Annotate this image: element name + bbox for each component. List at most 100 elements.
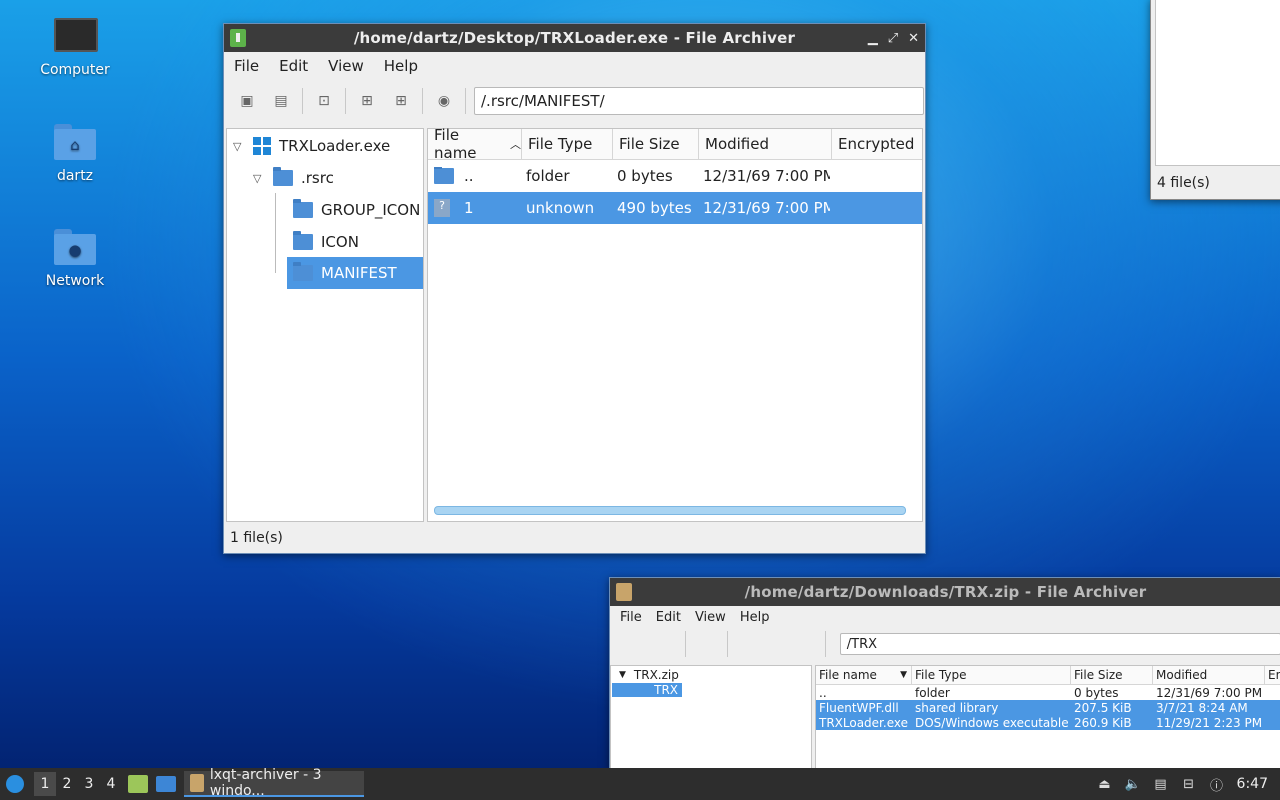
- archive-icon: [190, 774, 204, 792]
- tree-item-label: .rsrc: [301, 169, 334, 187]
- sort-descending-icon: ▼: [900, 670, 907, 680]
- stop-icon[interactable]: ◉: [432, 89, 456, 113]
- status-text: 4 file(s): [1157, 175, 1210, 191]
- table-row-selected[interactable]: ? 1 unknown 490 bytes 12/31/69 7:00 PM: [428, 192, 922, 224]
- task-button-archiver[interactable]: lxqt-archiver - 3 windo...: [184, 767, 364, 799]
- folder-tree[interactable]: ▽ TRXLoader.exe ▽ .rsrc GROUP_ICON ICON …: [226, 128, 424, 522]
- column-header-type[interactable]: File Type: [522, 129, 613, 159]
- workspace-2[interactable]: 2: [56, 772, 78, 796]
- table-row-selected[interactable]: TRXLoader.exe DOS/Windows executable 260…: [816, 715, 1280, 730]
- chevron-down-icon[interactable]: ▽: [233, 140, 247, 153]
- maximize-icon[interactable]: ⤢: [888, 31, 898, 46]
- tree-item-group-icon[interactable]: GROUP_ICON: [293, 195, 420, 225]
- tree-item-root[interactable]: ▽ TRXLoader.exe: [233, 131, 390, 161]
- taskbar: 1 2 3 4 lxqt-archiver - 3 windo... ⏏ 🔈 ▤…: [0, 767, 1280, 800]
- network-icon[interactable]: ⊟: [1181, 776, 1197, 792]
- folder-icon: [434, 167, 454, 184]
- file-manager-launcher-icon[interactable]: [128, 775, 148, 793]
- new-archive-icon[interactable]: ▣: [235, 89, 259, 113]
- sort-ascending-icon: ︿: [510, 138, 521, 151]
- window-title: /home/dartz/Downloads/TRX.zip - File Arc…: [744, 583, 1147, 601]
- file-list-header: File name ▼ File Type File Size Modified …: [816, 666, 1280, 685]
- column-header-encrypted[interactable]: Encrypted: [832, 129, 922, 159]
- menu-view[interactable]: View: [322, 57, 378, 75]
- open-archive-icon[interactable]: ▤: [269, 89, 293, 113]
- tree-item-label: TRXLoader.exe: [279, 137, 391, 155]
- desktop-icon-network[interactable]: ● Network: [25, 229, 125, 289]
- add-files-icon[interactable]: ⊞: [355, 89, 379, 113]
- start-menu-icon[interactable]: [0, 775, 30, 793]
- status-bar: 1 file(s): [224, 523, 925, 553]
- tree-item-root[interactable]: ▼ TRX.zip: [619, 668, 679, 682]
- column-header-name[interactable]: File name ︿: [428, 126, 522, 162]
- horizontal-scrollbar[interactable]: [434, 506, 906, 515]
- folder-icon: [273, 167, 293, 186]
- column-header-size[interactable]: File Size: [1071, 666, 1153, 684]
- windows-exe-icon: [253, 137, 271, 155]
- menu-bar: File Edit View Help: [224, 52, 925, 80]
- tree-item-label: ICON: [321, 233, 359, 251]
- extract-icon[interactable]: ⊡: [312, 89, 336, 113]
- tree-item-manifest[interactable]: MANIFEST: [287, 257, 423, 289]
- file-list[interactable]: File name ︿ File Type File Size Modified …: [427, 126, 923, 522]
- tree-item-trx[interactable]: TRX: [612, 683, 682, 697]
- menu-file[interactable]: File: [228, 57, 273, 75]
- chevron-down-icon[interactable]: ▽: [253, 172, 267, 185]
- clipboard-icon[interactable]: ▤: [1153, 776, 1169, 792]
- workspace-1[interactable]: 1: [34, 772, 56, 796]
- notification-icon[interactable]: ⓘ: [1209, 776, 1225, 794]
- column-header-modified[interactable]: Modified: [1153, 666, 1265, 684]
- column-header-size[interactable]: File Size: [613, 129, 699, 159]
- toolbar: /TRX: [610, 628, 1280, 660]
- network-folder-icon: ●: [54, 229, 96, 267]
- column-header-modified[interactable]: Modified: [699, 129, 832, 159]
- background-window[interactable]: 4 file(s): [1150, 0, 1280, 200]
- title-bar[interactable]: /home/dartz/Downloads/TRX.zip - File Arc…: [610, 578, 1280, 606]
- desktop-icon-home[interactable]: ⌂ dartz: [25, 124, 125, 184]
- workspace-4[interactable]: 4: [100, 772, 122, 796]
- file-list[interactable]: File name ▼ File Type File Size Modified …: [815, 665, 1280, 771]
- tree-item-label: GROUP_ICON: [321, 201, 421, 219]
- system-tray: ⏏ 🔈 ▤ ⊟ ⓘ 6:47: [1097, 768, 1280, 800]
- tree-item-label: TRX.zip: [633, 668, 679, 682]
- menu-file[interactable]: File: [614, 610, 650, 625]
- minimize-icon[interactable]: ▁: [868, 31, 878, 46]
- location-input[interactable]: /.rsrc/MANIFEST/: [474, 87, 924, 115]
- background-window-content: [1155, 0, 1280, 166]
- desktop-icon-label: Network: [45, 273, 105, 289]
- eject-icon[interactable]: ⏏: [1097, 776, 1113, 792]
- tree-item-rsrc[interactable]: ▽ .rsrc: [253, 163, 334, 193]
- column-header-type[interactable]: File Type: [912, 666, 1071, 684]
- menu-edit[interactable]: Edit: [650, 610, 689, 625]
- add-folder-icon[interactable]: ⊞: [389, 89, 413, 113]
- menu-bar: File Edit View Help: [610, 606, 1280, 628]
- archiver-window-main[interactable]: /home/dartz/Desktop/TRXLoader.exe - File…: [223, 23, 926, 554]
- title-bar[interactable]: /home/dartz/Desktop/TRXLoader.exe - File…: [224, 24, 925, 52]
- close-icon[interactable]: ✕: [908, 31, 919, 46]
- archiver-window-secondary[interactable]: /home/dartz/Downloads/TRX.zip - File Arc…: [609, 577, 1280, 771]
- folder-icon: [293, 262, 313, 281]
- table-row[interactable]: .. folder 0 bytes 12/31/69 7:00 PM: [428, 160, 922, 192]
- menu-help[interactable]: Help: [734, 610, 778, 625]
- table-row[interactable]: .. folder 0 bytes 12/31/69 7:00 PM: [816, 685, 1280, 700]
- menu-view[interactable]: View: [689, 610, 734, 625]
- show-desktop-icon[interactable]: [156, 776, 176, 792]
- desktop-icon-computer[interactable]: Computer: [25, 18, 125, 78]
- folder-tree[interactable]: ▼ TRX.zip TRX: [610, 665, 812, 771]
- workspace-3[interactable]: 3: [78, 772, 100, 796]
- chevron-down-icon[interactable]: ▼: [619, 670, 626, 680]
- location-input[interactable]: /TRX: [839, 633, 1280, 655]
- table-row-selected[interactable]: FluentWPF.dll shared library 207.5 KiB 3…: [816, 700, 1280, 715]
- column-header-name[interactable]: File name ▼: [816, 666, 912, 684]
- task-label: lxqt-archiver - 3 windo...: [209, 767, 322, 799]
- status-text: 1 file(s): [230, 530, 283, 546]
- unknown-file-icon: ?: [434, 199, 450, 217]
- menu-help[interactable]: Help: [378, 57, 432, 75]
- clock[interactable]: 6:47: [1237, 776, 1268, 792]
- toolbar: ▣ ▤ ⊡ ⊞ ⊞ ◉ /.rsrc/MANIFEST/: [224, 80, 925, 122]
- file-list-header: File name ︿ File Type File Size Modified …: [428, 126, 922, 162]
- column-header-encrypted[interactable]: En: [1265, 666, 1280, 684]
- tree-item-icon[interactable]: ICON: [293, 227, 359, 257]
- volume-icon[interactable]: 🔈: [1124, 776, 1140, 792]
- menu-edit[interactable]: Edit: [273, 57, 322, 75]
